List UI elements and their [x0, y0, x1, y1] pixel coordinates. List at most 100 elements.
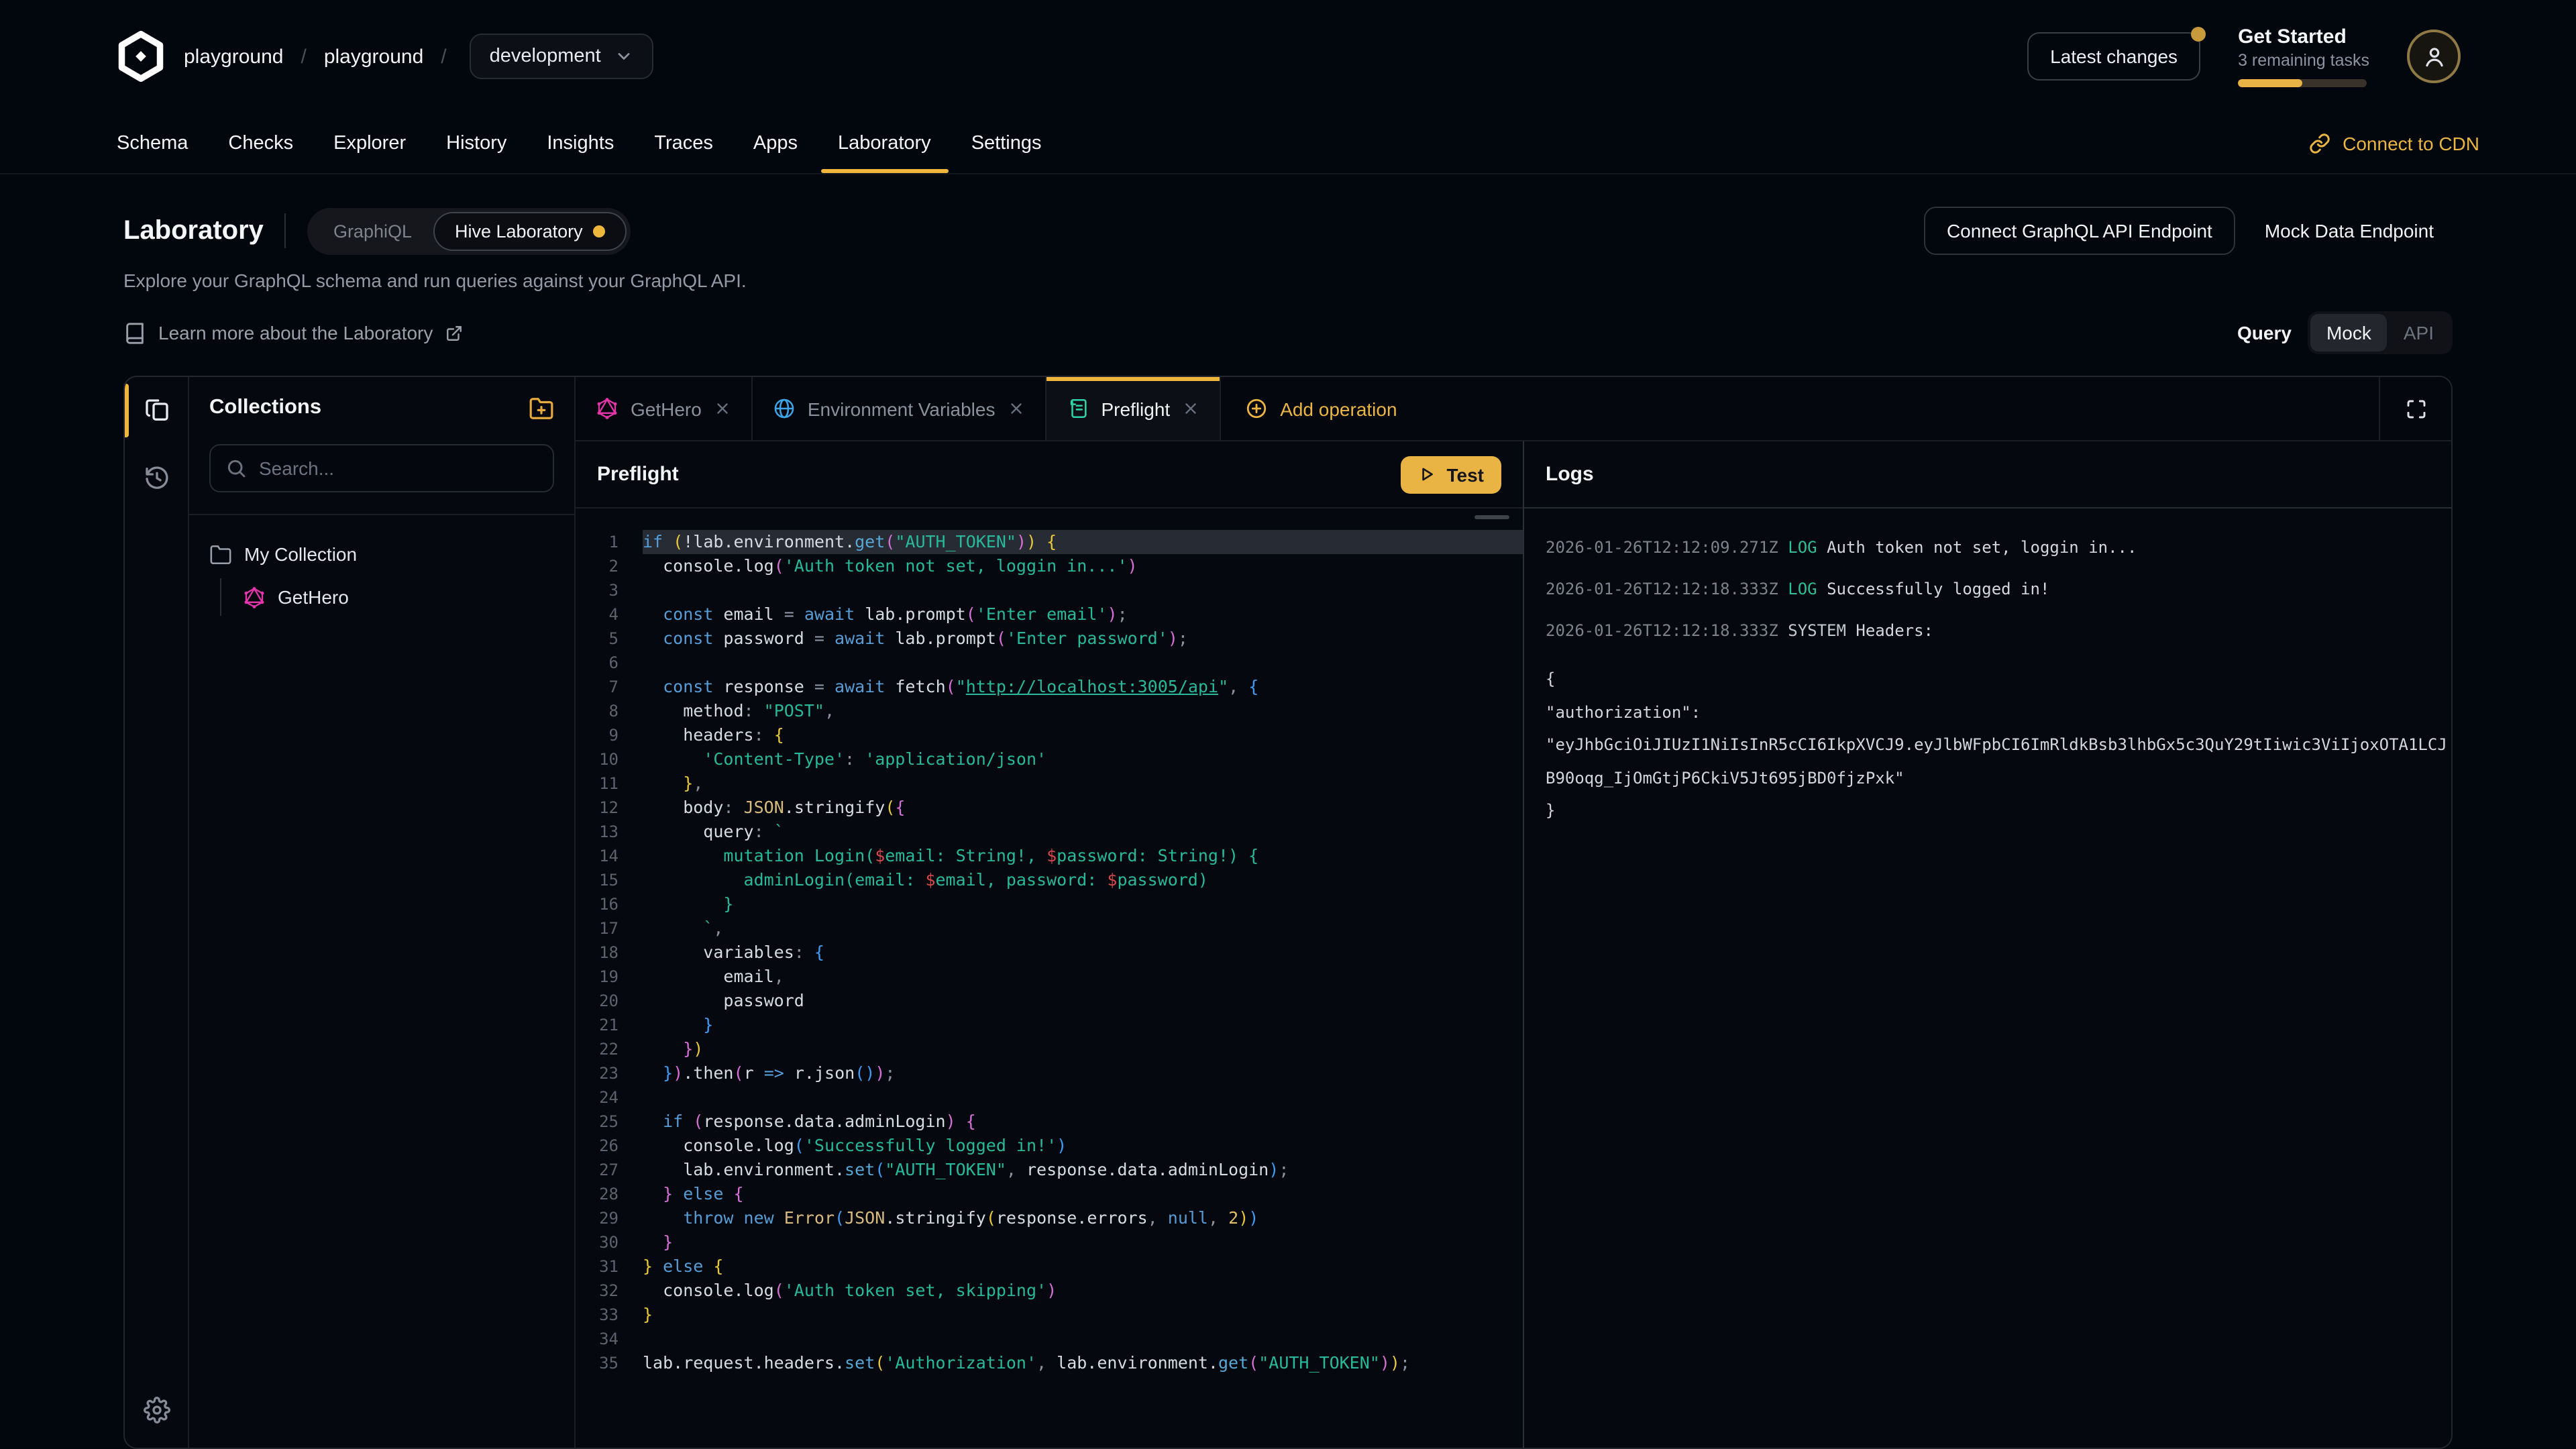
line-number: 17: [576, 916, 643, 941]
line-content: [643, 1327, 1523, 1351]
collection-folder-label: My Collection: [244, 543, 357, 565]
collection-children: GetHero: [220, 578, 554, 616]
tab-preflight[interactable]: Preflight: [1046, 377, 1221, 440]
code-line: 35lab.request.headers.set('Authorization…: [576, 1351, 1523, 1375]
query-mode-api[interactable]: API: [2387, 314, 2450, 352]
line-content: [643, 651, 1523, 675]
tab-close-icon[interactable]: [1007, 400, 1024, 417]
laboratory-header: Laboratory GraphiQLHive Laboratory Conne…: [0, 174, 2576, 354]
get-started-widget[interactable]: Get Started 3 remaining tasks: [2238, 25, 2369, 87]
preflight-editor-pane: Preflight Test 1if (!lab.environment.get…: [576, 441, 1524, 1448]
line-content: lab.request.headers.set('Authorization',…: [643, 1351, 1523, 1375]
rail-settings-button[interactable]: [125, 1373, 188, 1448]
line-number: 25: [576, 1110, 643, 1134]
line-content: }: [643, 1303, 1523, 1327]
line-number: 2: [576, 554, 643, 578]
tab-label: Preflight: [1101, 398, 1170, 419]
line-content: const email = await lab.prompt('Enter em…: [643, 602, 1523, 627]
breadcrumb-org[interactable]: playground: [184, 45, 283, 68]
query-mode-mock[interactable]: Mock: [2310, 314, 2387, 352]
get-started-title: Get Started: [2238, 25, 2369, 48]
hive-logo-icon[interactable]: [115, 31, 166, 82]
rail-collections-button[interactable]: [125, 377, 188, 444]
pane-title: Preflight: [597, 463, 679, 486]
line-number: 3: [576, 578, 643, 602]
code-line: 18 variables: {: [576, 941, 1523, 965]
collection-operation[interactable]: GetHero: [243, 578, 554, 616]
code-line: 1if (!lab.environment.get("AUTH_TOKEN"))…: [576, 530, 1523, 554]
collection-folder[interactable]: My Collection: [209, 535, 554, 573]
connect-to-cdn-link[interactable]: Connect to CDN: [2309, 132, 2479, 154]
nav-item-traces[interactable]: Traces: [634, 115, 733, 171]
test-button[interactable]: Test: [1401, 455, 1502, 493]
logs-title: Logs: [1546, 463, 1594, 486]
line-number: 28: [576, 1182, 643, 1206]
tab-close-icon[interactable]: [714, 400, 731, 417]
editor-scrollbar[interactable]: [1474, 515, 1509, 519]
nav-item-schema[interactable]: Schema: [97, 115, 208, 171]
code-line: 7 const response = await fetch("http://l…: [576, 675, 1523, 699]
line-content: },: [643, 771, 1523, 796]
line-content: console.log('Auth token set, skipping'): [643, 1279, 1523, 1303]
breadcrumb-separator: /: [441, 45, 446, 68]
graphql-icon: [596, 397, 619, 420]
nav-item-laboratory[interactable]: Laboratory: [818, 115, 951, 171]
code-line: 5 const password = await lab.prompt('Ent…: [576, 627, 1523, 651]
nav-item-insights[interactable]: Insights: [527, 115, 634, 171]
gear-icon: [143, 1397, 170, 1424]
line-number: 24: [576, 1085, 643, 1110]
fullscreen-button[interactable]: [2379, 377, 2451, 440]
laboratory-description: Explore your GraphQL schema and run quer…: [123, 270, 2453, 291]
user-icon: [2421, 44, 2447, 69]
breadcrumb-project[interactable]: playground: [324, 45, 423, 68]
add-collection-button[interactable]: [529, 395, 554, 421]
line-number: 23: [576, 1061, 643, 1085]
code-line: 29 throw new Error(JSON.stringify(respon…: [576, 1206, 1523, 1230]
log-json-line: "eyJhbGciOiJIUzI1NiIsInR5cCI6IkpXVCJ9.ey…: [1546, 729, 2451, 761]
mode-option-hive-laboratory[interactable]: Hive Laboratory: [433, 211, 627, 250]
log-entry: 2026-01-26T12:12:18.333Z LOG Successfull…: [1546, 580, 2451, 598]
log-json-line: }: [1546, 794, 2451, 827]
tab-environment-variables[interactable]: Environment Variables: [753, 377, 1046, 440]
latest-changes-button[interactable]: Latest changes: [2027, 32, 2200, 80]
code-line: 34: [576, 1327, 1523, 1351]
query-label: Query: [2237, 322, 2292, 343]
line-number: 32: [576, 1279, 643, 1303]
line-content: }).then(r => r.json());: [643, 1061, 1523, 1085]
target-select-value: development: [490, 46, 601, 67]
nav-item-checks[interactable]: Checks: [208, 115, 313, 171]
graphql-icon: [243, 586, 266, 608]
nav-item-history[interactable]: History: [426, 115, 527, 171]
nav-item-settings[interactable]: Settings: [951, 115, 1062, 171]
line-content: adminLogin(email: $email, password: $pas…: [643, 868, 1523, 892]
learn-more-link[interactable]: Learn more about the Laboratory: [123, 321, 462, 344]
rail-history-button[interactable]: [125, 444, 188, 511]
code-line: 20 password: [576, 989, 1523, 1013]
line-number: 4: [576, 602, 643, 627]
code-editor[interactable]: 1if (!lab.environment.get("AUTH_TOKEN"))…: [576, 508, 1523, 1448]
line-number: 31: [576, 1254, 643, 1279]
nav-item-apps[interactable]: Apps: [733, 115, 818, 171]
line-number: 35: [576, 1351, 643, 1375]
code-line: 6: [576, 651, 1523, 675]
line-number: 22: [576, 1037, 643, 1061]
line-content: } else {: [643, 1182, 1523, 1206]
user-avatar[interactable]: [2407, 30, 2461, 83]
code-line: 2 console.log('Auth token not set, loggi…: [576, 554, 1523, 578]
mock-data-endpoint-button[interactable]: Mock Data Endpoint: [2246, 208, 2453, 254]
add-operation-button[interactable]: Add operation: [1221, 377, 1421, 440]
connect-graphql-endpoint-button[interactable]: Connect GraphQL API Endpoint: [1924, 207, 2235, 255]
code-line: 17 `,: [576, 916, 1523, 941]
mode-option-graphiql[interactable]: GraphiQL: [312, 211, 433, 250]
line-content: }: [643, 1013, 1523, 1037]
line-content: password: [643, 989, 1523, 1013]
tab-close-icon[interactable]: [1182, 400, 1199, 417]
line-number: 13: [576, 820, 643, 844]
tab-gethero[interactable]: GetHero: [576, 377, 753, 440]
line-content: if (!lab.environment.get("AUTH_TOKEN")) …: [643, 530, 1523, 554]
get-started-subtitle: 3 remaining tasks: [2238, 51, 2369, 70]
search-input[interactable]: [259, 458, 538, 479]
line-number: 14: [576, 844, 643, 868]
target-select[interactable]: development: [470, 34, 653, 79]
nav-item-explorer[interactable]: Explorer: [313, 115, 426, 171]
